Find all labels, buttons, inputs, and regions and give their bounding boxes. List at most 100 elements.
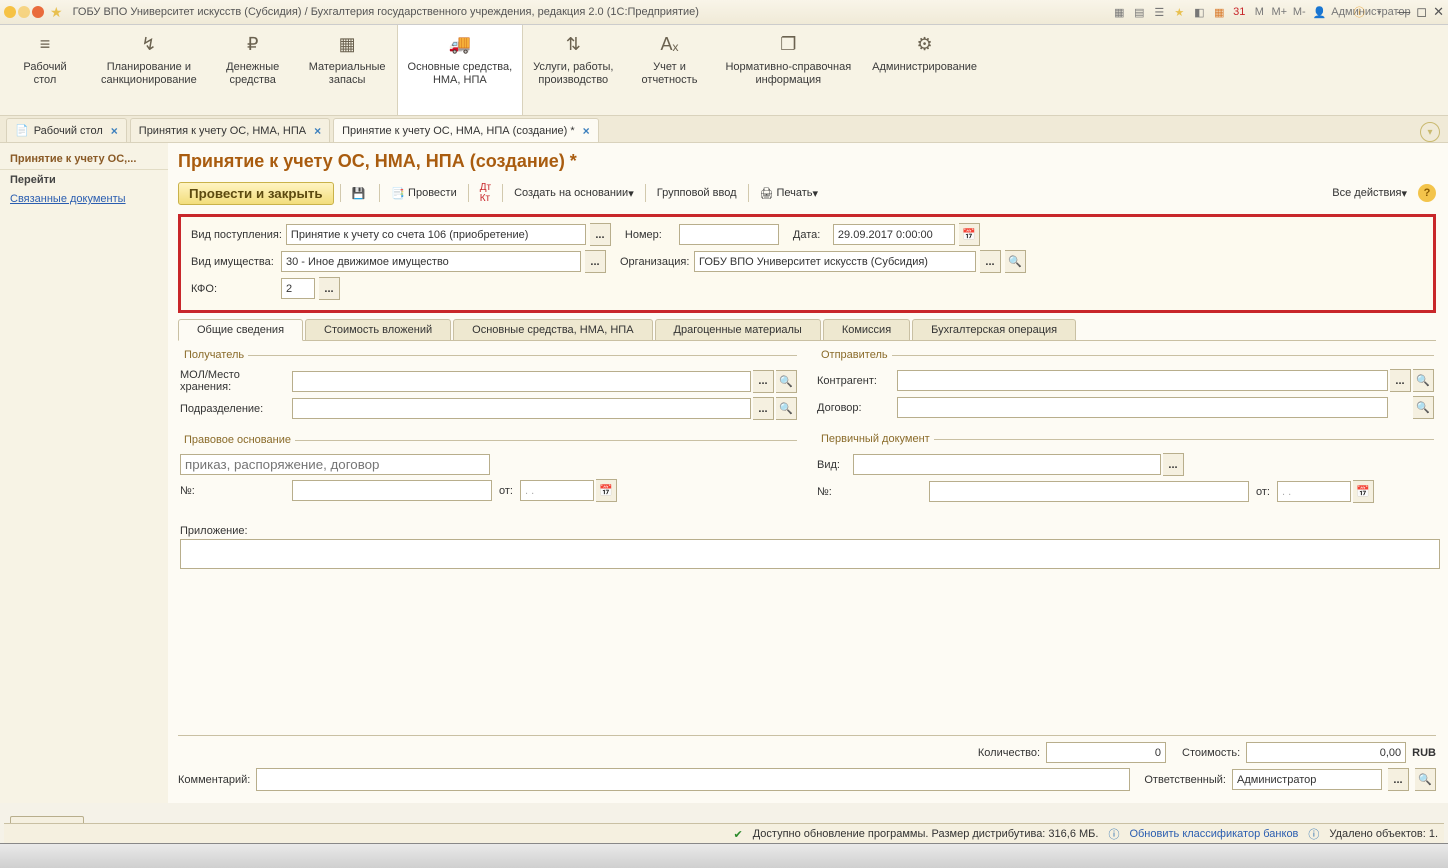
minimize-icon[interactable]: — (1397, 4, 1410, 20)
close-tab-icon[interactable]: × (314, 124, 321, 138)
search-icon[interactable]: 🔍 (776, 397, 797, 420)
select-button[interactable]: ... (753, 397, 774, 420)
section-cash[interactable]: ₽Денежныесредства (208, 25, 299, 115)
mem-mplus[interactable]: M+ (1271, 6, 1287, 18)
save-button[interactable]: 💾 (347, 185, 374, 202)
basis-num-input[interactable] (292, 480, 492, 501)
section-services[interactable]: ⇅Услуги, работы,производство (523, 25, 624, 115)
tab-acceptance-list[interactable]: Принятия к учету ОС, НМА, НПА× (130, 118, 330, 142)
nav-panel: Принятие к учету ОС,... Перейти Связанны… (0, 143, 168, 803)
create-based-button[interactable]: Создать на основании ▾ (509, 185, 639, 202)
tab-acceptance-new[interactable]: Принятие к учету ОС, НМА, НПА (создание)… (333, 118, 599, 142)
search-icon[interactable]: 🔍 (1413, 369, 1434, 392)
search-icon[interactable]: 🔍 (1413, 396, 1434, 419)
close-tab-icon[interactable]: × (583, 124, 590, 138)
titlebar: ★ ГОБУ ВПО Университет искусств (Субсиди… (0, 0, 1448, 25)
dt-kt-icon[interactable]: ДтКт (475, 180, 496, 206)
nav-link-related-docs[interactable]: Связанные документы (0, 190, 168, 208)
all-actions-button[interactable]: Все действия ▾ (1327, 185, 1412, 202)
select-button[interactable]: ... (319, 277, 340, 300)
status-classifier-link[interactable]: Обновить классификатор банков (1129, 828, 1298, 840)
titlebar-icon[interactable]: ▤ (1131, 6, 1147, 19)
titlebar-icon[interactable]: ☰ (1151, 6, 1167, 19)
doc-num-input[interactable] (929, 481, 1249, 502)
section-admin[interactable]: ⚙Администрирование (862, 25, 988, 115)
tab-desktop[interactable]: 📄Рабочий стол× (6, 118, 127, 142)
ot-label: от: (1251, 486, 1275, 498)
section-reference[interactable]: ❐Нормативно-справочнаяинформация (715, 25, 862, 115)
basis-input[interactable] (180, 454, 490, 475)
kfo-input[interactable]: 2 (281, 278, 315, 299)
post-and-close-button[interactable]: Провести и закрыть (178, 182, 334, 205)
titlebar-icon[interactable]: ◧ (1191, 6, 1207, 19)
section-desktop[interactable]: ≡Рабочийстол (0, 25, 91, 115)
mem-mminus[interactable]: M- (1291, 6, 1307, 18)
search-icon[interactable]: 🔍 (1415, 768, 1436, 791)
date-input[interactable]: 29.09.2017 0:00:00 (833, 224, 955, 245)
status-bar: ✔ Доступно обновление программы. Размер … (4, 823, 1444, 844)
nav-header: Принятие к учету ОС,... (0, 149, 168, 170)
section-fixed-assets[interactable]: 🚚Основные средства,НМА, НПА (397, 25, 524, 115)
comment-input[interactable] (256, 768, 1130, 791)
nav-round-button[interactable]: ▾ (1420, 122, 1440, 142)
search-icon[interactable]: 🔍 (776, 370, 797, 393)
comment-row: Комментарий: Ответственный: Администрато… (178, 768, 1436, 791)
contract-input[interactable] (897, 397, 1388, 418)
tab-cost[interactable]: Стоимость вложений (305, 319, 451, 340)
close-icon[interactable]: ✕ (1433, 4, 1444, 20)
favorite-star-icon[interactable]: ★ (50, 4, 63, 21)
mem-m[interactable]: M (1251, 6, 1267, 18)
maximize-icon[interactable]: ◻ (1416, 4, 1427, 20)
section-reporting[interactable]: АₓУчет иотчетность (624, 25, 715, 115)
dot-nav-back-icon[interactable] (18, 6, 30, 18)
select-button[interactable]: ... (753, 370, 774, 393)
select-button[interactable]: ... (1388, 768, 1409, 791)
tab-assets[interactable]: Основные средства, НМА, НПА (453, 319, 652, 340)
num-label: №: (180, 485, 290, 497)
number-input[interactable] (679, 224, 779, 245)
section-materials[interactable]: ▦Материальныезапасы (299, 25, 397, 115)
select-button[interactable]: ... (1390, 369, 1411, 392)
tab-precious[interactable]: Драгоценные материалы (655, 319, 821, 340)
titlebar-icon[interactable]: ▦ (1111, 6, 1127, 19)
calendar-icon[interactable]: 📅 (1353, 480, 1374, 503)
vid-label: Вид: (817, 459, 851, 471)
tab-general[interactable]: Общие сведения (178, 319, 303, 341)
tab-accounting-op[interactable]: Бухгалтерская операция (912, 319, 1076, 340)
select-button[interactable]: ... (1163, 453, 1184, 476)
close-tab-icon[interactable]: × (111, 124, 118, 138)
counterparty-input[interactable] (897, 370, 1388, 391)
select-button[interactable]: ... (585, 250, 606, 273)
receipt-type-input[interactable]: Принятие к учету со счета 106 (приобрете… (286, 224, 586, 245)
calendar-icon[interactable]: 📅 (596, 479, 617, 502)
mol-input[interactable] (292, 371, 751, 392)
select-button[interactable]: ... (590, 223, 611, 246)
arrows-icon: ⇅ (533, 31, 613, 57)
titlebar-calendar-icon[interactable]: 31 (1231, 6, 1247, 18)
titlebar-icon[interactable]: ▦ (1211, 6, 1227, 19)
tab-commission[interactable]: Комиссия (823, 319, 910, 340)
dept-input[interactable] (292, 398, 751, 419)
search-icon[interactable]: 🔍 (1005, 250, 1026, 273)
titlebar-star-icon[interactable]: ★ (1171, 6, 1187, 19)
help-icon[interactable]: ? (1418, 184, 1436, 202)
header-fields-highlight: Вид поступления: Принятие к учету со сче… (178, 214, 1436, 313)
ruble-icon: ₽ (218, 31, 288, 57)
section-planning[interactable]: ↯Планирование исанкционирование (91, 25, 208, 115)
group-input-button[interactable]: Групповой ввод (652, 185, 742, 201)
property-type-input[interactable]: 30 - Иное движимое имущество (281, 251, 581, 272)
doc-date-input[interactable]: . . (1277, 481, 1351, 502)
select-button[interactable]: ... (980, 250, 1001, 273)
appendix-input[interactable] (180, 539, 1440, 569)
status-ok-icon: ✔ (734, 828, 743, 841)
print-button[interactable]: 🖨Печать ▾ (755, 185, 824, 202)
post-button[interactable]: 📑Провести (386, 185, 461, 202)
calendar-icon[interactable]: 📅 (959, 223, 980, 246)
doc-kind-input[interactable] (853, 454, 1161, 475)
info-icon[interactable]: ⓘ (1351, 4, 1367, 20)
dot-nav-fwd-icon[interactable] (32, 6, 44, 18)
num-label: №: (817, 486, 927, 498)
org-input[interactable]: ГОБУ ВПО Университет искусств (Субсидия) (694, 251, 976, 272)
basis-date-input[interactable]: . . (520, 480, 594, 501)
responsible-input[interactable]: Администратор (1232, 769, 1382, 790)
